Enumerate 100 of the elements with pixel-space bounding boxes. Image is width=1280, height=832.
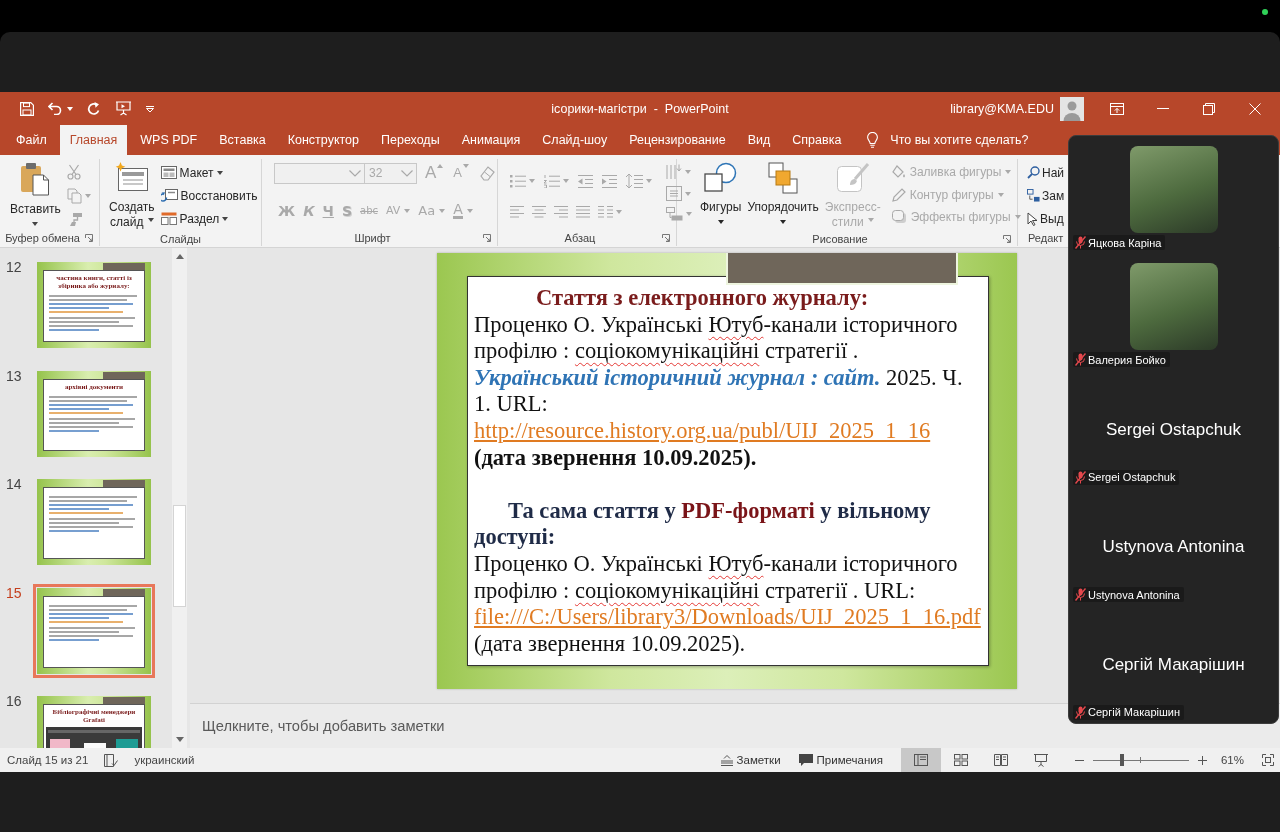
- undo-icon[interactable]: [48, 102, 62, 115]
- replace-command[interactable]: Зам: [1026, 184, 1066, 207]
- slide-sorter-icon: [953, 754, 968, 766]
- notes-button[interactable]: Заметки: [720, 754, 781, 766]
- section-command[interactable]: Раздел: [158, 207, 260, 230]
- participant-name: Ustynova Antonina: [1102, 537, 1245, 558]
- slide-thumbnail[interactable]: [33, 583, 155, 678]
- group-label: Шрифт: [354, 231, 391, 244]
- text-direction-icon[interactable]: [666, 164, 682, 180]
- close-icon[interactable]: [1249, 102, 1261, 115]
- copy-icon[interactable]: [66, 188, 82, 204]
- link[interactable]: file:///C:/Users/library3/Downloads/UIJ_2025_1_16.pdf: [474, 604, 981, 630]
- columns-icon[interactable]: [598, 206, 613, 218]
- language-indicator[interactable]: украинский: [134, 754, 195, 766]
- presenter-icon[interactable]: [115, 101, 132, 116]
- ribbon-tab[interactable]: Конструктор: [276, 125, 370, 155]
- participant-name: Sergei Ostapchuk: [1105, 419, 1242, 440]
- line-spacing-icon[interactable]: [626, 174, 643, 188]
- ribbon-tab[interactable]: Анимация: [450, 125, 532, 155]
- section-icon: [160, 212, 177, 225]
- smartart-icon[interactable]: [666, 207, 683, 221]
- dialog-launcher-icon[interactable]: [85, 233, 93, 242]
- numbering-icon[interactable]: [544, 174, 560, 188]
- ribbon-tab[interactable]: Главная: [59, 125, 128, 155]
- clear-formatting-icon[interactable]: [479, 165, 496, 181]
- reading-view-icon: [993, 754, 1008, 766]
- fit-to-window-icon[interactable]: [1262, 754, 1274, 766]
- zoom-in-icon[interactable]: [1197, 755, 1207, 765]
- lightbulb-icon: [867, 132, 879, 148]
- dialog-launcher-icon[interactable]: [662, 233, 670, 242]
- slide-heading: Стаття з електронного журналу:: [535, 285, 870, 312]
- slideshow-icon: [1033, 753, 1048, 767]
- find-command[interactable]: Най: [1026, 161, 1066, 184]
- redo-icon[interactable]: [87, 101, 101, 116]
- ribbon-tab[interactable]: WPS PDF: [129, 125, 209, 155]
- header-bar: [103, 371, 145, 379]
- spellcheck-icon[interactable]: [104, 753, 119, 767]
- view-button[interactable]: [900, 748, 941, 772]
- group-label: Рисование: [812, 233, 868, 245]
- normal-view-icon: [913, 754, 928, 766]
- account-name[interactable]: library@KMA.EDU: [950, 101, 1054, 116]
- caret-icon[interactable]: [216, 170, 223, 175]
- new-slide-icon: [114, 162, 149, 194]
- zoom-slider[interactable]: [1092, 754, 1189, 766]
- zoom-slider-thumb[interactable]: [1119, 754, 1124, 766]
- align-center-icon[interactable]: [532, 206, 546, 218]
- dialog-launcher-icon[interactable]: [483, 233, 491, 242]
- customize-caret-icon[interactable]: [146, 105, 154, 112]
- link[interactable]: http://resource.history.org.ua/publ/UIJ_2025_1_16: [474, 417, 931, 443]
- header-bar: [103, 588, 145, 596]
- align-text-icon[interactable]: [666, 186, 682, 201]
- increase-indent-icon[interactable]: [602, 174, 617, 188]
- clipboard-icon: [20, 162, 51, 196]
- arrange-button[interactable]: Упорядочить: [744, 161, 822, 226]
- ribbon-display-options-icon[interactable]: [1110, 102, 1124, 115]
- ribbon-tab[interactable]: Рецензирование: [618, 125, 737, 155]
- dialog-launcher-icon[interactable]: [1003, 235, 1011, 243]
- window-title: ісорики-магістри - PowerPoint: [551, 101, 729, 116]
- ribbon-tab[interactable]: Файл: [5, 125, 58, 155]
- select-command[interactable]: Выд: [1026, 207, 1066, 230]
- caret-icon[interactable]: [222, 216, 229, 221]
- decrease-indent-icon[interactable]: [578, 174, 593, 188]
- caret-icon[interactable]: [147, 217, 154, 222]
- ribbon-tab[interactable]: Вставка: [208, 125, 277, 155]
- notes-field[interactable]: Щелкните, чтобы добавить заметки: [202, 718, 445, 734]
- quick-styles-icon: [835, 162, 870, 194]
- slide-paragraph: Проценко О. Українські Ютуб-канали історичного профілю : соціокомунікаційні стратегії . URL: file:///C:/Users/library3/Downloads/UIJ_2025_1_16.pdf (дата звернення 10.09.2025).: [474, 550, 982, 658]
- zoom-percentage[interactable]: 61%: [1220, 754, 1244, 766]
- comments-button[interactable]: Примечания: [798, 754, 883, 766]
- scroll-down-icon[interactable]: [175, 737, 184, 742]
- shapes-button[interactable]: Фигуры: [697, 161, 745, 226]
- scrollbar[interactable]: [172, 248, 187, 748]
- ribbon-tab[interactable]: Вид: [736, 125, 782, 155]
- scrollbar-thumb[interactable]: [173, 505, 186, 607]
- caret-icon[interactable]: [717, 220, 724, 224]
- arrange-icon: [768, 162, 799, 194]
- caret-icon[interactable]: [780, 220, 787, 224]
- slide-number: 15: [5, 584, 23, 601]
- save-icon[interactable]: [20, 101, 34, 116]
- scroll-up-icon[interactable]: [175, 254, 184, 259]
- cursor-icon: [1027, 211, 1038, 226]
- new-slide-button[interactable]: Создать слайд: [105, 161, 159, 232]
- slide-subheading: Та сама стаття у PDF-форматі у вільному доступі:: [474, 497, 932, 551]
- shapes-icon: [703, 162, 738, 194]
- layout-command[interactable]: Макет: [158, 161, 260, 184]
- font-name-field[interactable]: [274, 162, 365, 184]
- ribbon-tab[interactable]: Слайд-шоу: [531, 125, 619, 155]
- justify-icon[interactable]: [576, 206, 590, 218]
- align-right-icon[interactable]: [554, 206, 568, 218]
- avatar-icon[interactable]: [1060, 96, 1084, 121]
- replace-icon: [1027, 189, 1040, 202]
- reset-command[interactable]: Восстановить: [158, 184, 260, 207]
- restore-icon[interactable]: [1203, 102, 1215, 115]
- tell-me-field[interactable]: Что вы хотите сделать?: [867, 125, 1029, 155]
- paste-button[interactable]: Вставить: [4, 161, 67, 228]
- align-left-icon[interactable]: [510, 206, 524, 218]
- caret-icon[interactable]: [32, 222, 39, 226]
- ribbon-tab[interactable]: Переходы: [370, 125, 451, 155]
- ribbon-tab[interactable]: Справка: [781, 125, 853, 155]
- group-label: Буфер обмена: [5, 231, 80, 244]
